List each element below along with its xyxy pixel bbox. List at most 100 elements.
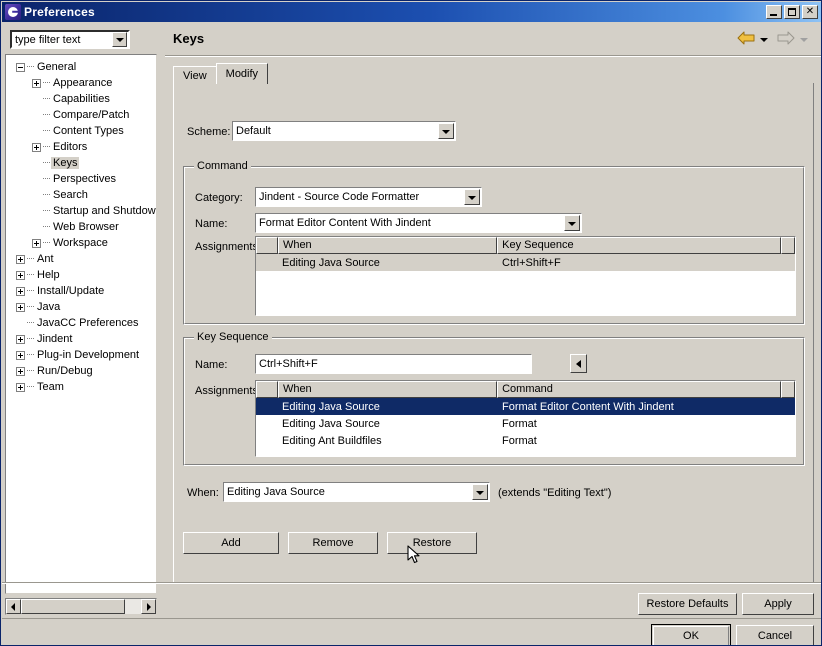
sidebar-item-general[interactable]: General xyxy=(6,59,156,75)
when-value: Editing Java Source xyxy=(224,486,472,498)
table-row[interactable]: Editing Java SourceFormat xyxy=(256,415,795,432)
back-dropdown-icon[interactable] xyxy=(760,38,768,42)
sidebar-item-java[interactable]: Java xyxy=(6,299,156,315)
table-row[interactable]: Editing Java SourceFormat Editor Content… xyxy=(256,398,795,415)
column-header-key-sequence[interactable]: Key Sequence xyxy=(497,237,781,254)
column-header-filler[interactable] xyxy=(781,237,795,254)
sidebar-item-search[interactable]: Search xyxy=(6,187,156,203)
sidebar-item-compare-patch[interactable]: Compare/Patch xyxy=(6,107,156,123)
key-sequence-picker-icon[interactable] xyxy=(570,354,587,373)
sidebar-item-appearance[interactable]: Appearance xyxy=(6,75,156,91)
sidebar-item-team[interactable]: Team xyxy=(6,379,156,395)
sidebar-item-jindent[interactable]: Jindent xyxy=(6,331,156,347)
search-input[interactable]: type filter text xyxy=(12,34,112,46)
sidebar-item-help[interactable]: Help xyxy=(6,267,156,283)
title-bar: Preferences ✕ xyxy=(2,2,822,22)
filter-combo[interactable]: type filter text xyxy=(10,30,130,49)
sidebar-item-ant[interactable]: Ant xyxy=(6,251,156,267)
eclipse-icon xyxy=(5,4,21,20)
sidebar-item-perspectives[interactable]: Perspectives xyxy=(6,171,156,187)
table-row[interactable]: Editing Ant BuildfilesFormat xyxy=(256,432,795,449)
sidebar-item-label: Workspace xyxy=(51,237,110,249)
forward-dropdown-icon xyxy=(800,38,808,42)
key-sequence-group-title: Key Sequence xyxy=(194,331,272,343)
restore-defaults-button[interactable]: Restore Defaults xyxy=(638,593,737,615)
sidebar-item-web-browser[interactable]: Web Browser xyxy=(6,219,156,235)
sidebar-item-content-types[interactable]: Content Types xyxy=(6,123,156,139)
chevron-down-icon[interactable] xyxy=(564,215,580,231)
minimize-icon[interactable] xyxy=(766,5,782,19)
cancel-button[interactable]: Cancel xyxy=(736,625,814,646)
expand-icon[interactable] xyxy=(16,303,25,312)
chevron-down-icon[interactable] xyxy=(438,123,454,139)
column-header-filler[interactable] xyxy=(781,381,795,398)
expand-icon[interactable] xyxy=(16,351,25,360)
cell-command: Format xyxy=(498,435,783,447)
chevron-down-icon[interactable] xyxy=(112,32,127,47)
key-sequence-value: Ctrl+Shift+F xyxy=(256,358,531,370)
tab-view-label: View xyxy=(183,70,207,82)
tab-modify[interactable]: Modify xyxy=(216,63,268,84)
sidebar-item-label: Ant xyxy=(35,253,56,265)
sidebar: type filter text General Appearance Capabi… xyxy=(5,26,159,618)
sidebar-item-run-debug[interactable]: Run/Debug xyxy=(6,363,156,379)
expand-icon[interactable] xyxy=(16,367,25,376)
column-header-when[interactable]: When xyxy=(278,237,497,254)
expand-icon[interactable] xyxy=(16,335,25,344)
key-sequence-assignments-table[interactable]: When Command Editing Java SourceFormat E… xyxy=(255,380,796,457)
remove-button[interactable]: Remove xyxy=(288,532,378,554)
expand-icon[interactable] xyxy=(16,271,25,280)
back-arrow-icon[interactable] xyxy=(736,30,756,46)
scheme-combo[interactable]: Default xyxy=(232,121,456,141)
expand-icon[interactable] xyxy=(16,255,25,264)
column-header-when[interactable]: When xyxy=(278,381,497,398)
sidebar-item-install-update[interactable]: Install/Update xyxy=(6,283,156,299)
tree-connector xyxy=(27,331,35,347)
tree-connector xyxy=(27,59,35,75)
ok-button[interactable]: OK xyxy=(651,624,731,646)
expand-icon[interactable] xyxy=(32,143,41,152)
expand-icon[interactable] xyxy=(32,239,41,248)
when-combo[interactable]: Editing Java Source xyxy=(223,482,490,502)
sidebar-item-label: Appearance xyxy=(51,77,114,89)
cell-when: Editing Ant Buildfiles xyxy=(278,435,498,447)
category-combo[interactable]: Jindent - Source Code Formatter xyxy=(255,187,482,207)
apply-button[interactable]: Apply xyxy=(742,593,814,615)
sidebar-item-keys[interactable]: Keys xyxy=(6,155,156,171)
maximize-icon[interactable] xyxy=(784,5,800,19)
add-button[interactable]: Add xyxy=(183,532,279,554)
sidebar-item-capabilities[interactable]: Capabilities xyxy=(6,91,156,107)
apply-label: Apply xyxy=(764,598,792,610)
sidebar-item-plug-in-development[interactable]: Plug-in Development xyxy=(6,347,156,363)
cancel-label: Cancel xyxy=(758,630,792,642)
preferences-tree[interactable]: General Appearance CapabilitiesCompare/Pat… xyxy=(5,54,157,594)
restore-button[interactable]: Restore xyxy=(387,532,477,554)
category-label: Category: xyxy=(195,192,243,204)
sidebar-item-javacc-preferences[interactable]: JavaCC Preferences xyxy=(6,315,156,331)
sidebar-item-label: Web Browser xyxy=(51,221,121,233)
tree-connector xyxy=(43,75,51,91)
sidebar-item-editors[interactable]: Editors xyxy=(6,139,156,155)
command-assignments-table[interactable]: When Key Sequence Editing Java SourceCtr… xyxy=(255,236,796,316)
chevron-down-icon[interactable] xyxy=(464,189,480,205)
tab-bar: View Modify xyxy=(173,65,814,84)
column-header-command[interactable]: Command xyxy=(497,381,781,398)
command-name-combo[interactable]: Format Editor Content With Jindent xyxy=(255,213,582,233)
column-header-icon[interactable] xyxy=(256,381,278,398)
tab-view[interactable]: View xyxy=(173,66,217,84)
close-icon[interactable]: ✕ xyxy=(802,5,818,19)
expand-icon[interactable] xyxy=(16,287,25,296)
cell-command: Format Editor Content With Jindent xyxy=(498,401,783,413)
key-sequence-input[interactable]: Ctrl+Shift+F xyxy=(255,354,532,374)
cell-when: Editing Java Source xyxy=(278,257,498,269)
sidebar-item-startup-and-shutdown[interactable]: Startup and Shutdown xyxy=(6,203,156,219)
expand-icon[interactable] xyxy=(32,79,41,88)
collapse-icon[interactable] xyxy=(16,63,25,72)
table-row[interactable]: Editing Java SourceCtrl+Shift+F xyxy=(256,254,795,271)
column-header-icon[interactable] xyxy=(256,237,278,254)
footer-divider-highlight xyxy=(2,583,822,584)
navigation-history xyxy=(736,30,814,46)
sidebar-item-workspace[interactable]: Workspace xyxy=(6,235,156,251)
expand-icon[interactable] xyxy=(16,383,25,392)
chevron-down-icon[interactable] xyxy=(472,484,488,500)
